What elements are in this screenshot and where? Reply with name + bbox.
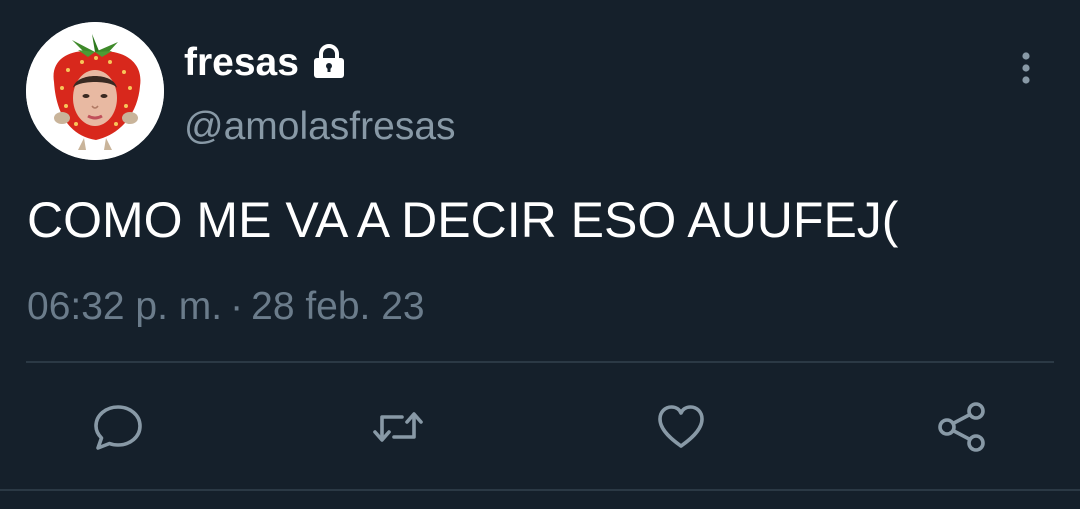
tweet-timestamp: 06:32 p. m. · 28 feb. 23 [27, 284, 425, 330]
strawberry-avatar-icon [26, 22, 164, 160]
tweet-text: COMO ME VA A DECIR ESO AUUFEJ( [27, 192, 899, 248]
tweet-time[interactable]: 06:32 p. m. [27, 285, 222, 328]
reply-button[interactable] [91, 400, 145, 454]
tweet-date[interactable]: 28 feb. 23 [251, 285, 424, 328]
bottom-border [0, 489, 1080, 491]
retweet-button[interactable] [371, 400, 425, 454]
retweet-icon [373, 412, 423, 442]
action-bar [0, 400, 1080, 454]
share-button[interactable] [935, 400, 989, 454]
user-handle[interactable]: @amolasfresas [184, 104, 456, 150]
display-name-row: fresas [184, 40, 349, 86]
like-button[interactable] [654, 400, 708, 454]
heart-icon [658, 405, 704, 448]
reply-icon [94, 405, 142, 450]
tweet-card: fresas @amolasfresas COMO ME VA A DECIR … [0, 0, 1080, 509]
meta-separator: · [230, 285, 244, 328]
lock-icon [309, 41, 349, 81]
display-name[interactable]: fresas [184, 40, 299, 86]
avatar[interactable] [26, 22, 164, 160]
divider [26, 361, 1054, 363]
more-options-icon[interactable] [1014, 48, 1038, 88]
share-icon [938, 402, 985, 452]
